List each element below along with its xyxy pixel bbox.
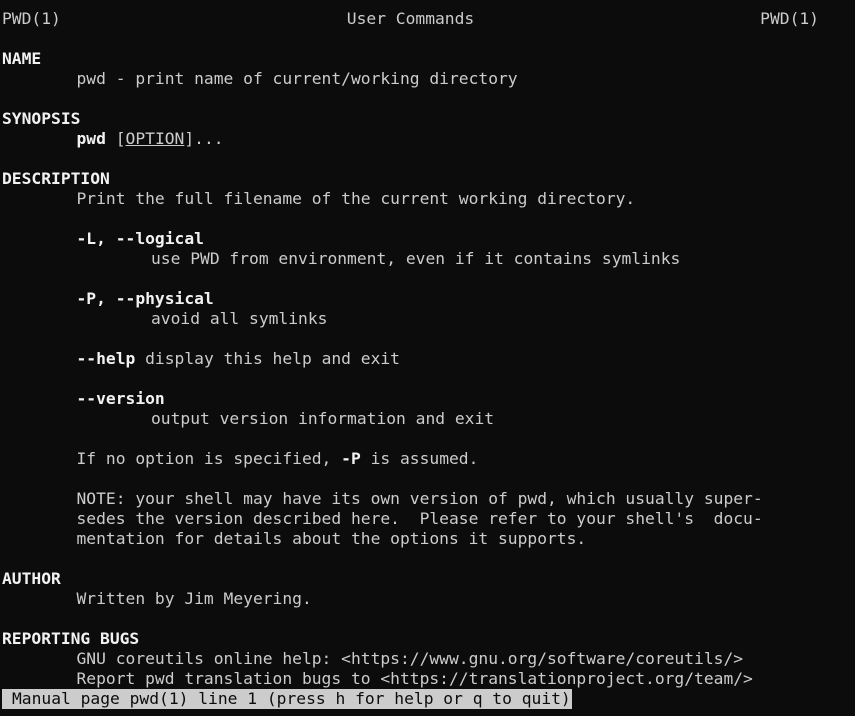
pager-status-bar: Manual page pwd(1) line 1 (press h for h… [2,689,572,709]
option-help-desc: display this help and exit [135,349,400,368]
synopsis-command: pwd [76,129,106,148]
option-help-flag: --help [76,349,136,368]
default-post: is assumed. [360,449,479,468]
default-option-line: If no option is specified, -P is assumed… [2,449,855,469]
man-page-content: PWD(1) User Commands PWD(1) NAME pwd - p… [2,9,855,689]
synopsis-close: ]... [184,129,224,148]
header-right: PWD(1) [760,9,819,28]
option-version-flag: --version [76,389,165,408]
synopsis-option: OPTION [125,129,185,148]
default-flag: -P [341,449,361,468]
synopsis-line: pwd [OPTION]... [2,129,855,149]
option-logical-desc: use PWD from environment, even if it con… [151,249,681,268]
reporting-bugs-line: Report pwd translation bugs to <https://… [76,669,753,688]
section-heading-name: NAME [2,49,42,68]
section-heading-synopsis: SYNOPSIS [2,109,81,128]
header-left: PWD(1) [2,9,61,28]
option-version-desc: output version information and exit [151,409,495,428]
name-text: pwd - print name of current/working dire… [76,69,518,88]
description-intro: Print the full filename of the current w… [76,189,636,208]
header-center: User Commands [346,9,475,28]
option-logical-flag: -L, --logical [76,229,204,248]
option-physical-flag: -P, --physical [76,289,214,308]
note-line: sedes the version described here. Please… [76,509,763,528]
option-help-line: --help display this help and exit [2,349,855,369]
synopsis-open-bracket: [ [105,129,126,148]
note-line: mentation for details about the options … [76,529,587,548]
default-pre: If no option is specified, [76,449,342,468]
reporting-bugs-line: GNU coreutils online help: <https://www.… [76,649,744,668]
section-heading-description: DESCRIPTION [2,169,110,188]
section-heading-reporting-bugs: REPORTING BUGS [2,629,140,648]
author-text: Written by Jim Meyering. [76,589,312,608]
terminal-cursor [619,689,628,709]
note-line: NOTE: your shell may have its own versio… [76,489,763,508]
man-page-header: PWD(1) User Commands PWD(1) [2,9,819,29]
section-heading-author: AUTHOR [2,569,61,588]
option-physical-desc: avoid all symlinks [151,309,328,328]
